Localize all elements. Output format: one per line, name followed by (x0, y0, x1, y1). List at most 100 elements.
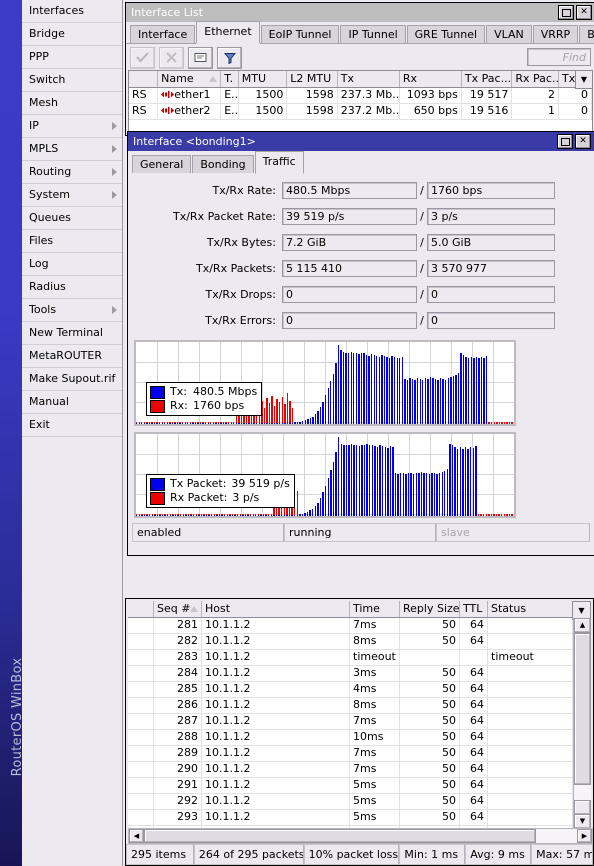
table-row[interactable]: 283 10.1.1.2 timeout timeout (128, 650, 576, 666)
sidebar-item-metarouter[interactable]: MetaROUTER (22, 345, 122, 368)
bonding-dialog-titlebar[interactable]: Interface <bonding1> ✕ (128, 132, 594, 151)
scroll-right-button[interactable]: ▶ (577, 829, 592, 843)
column-header-reply-size[interactable]: Reply Size (400, 601, 460, 617)
interface-list-titlebar[interactable]: Interface List ✕ (126, 3, 594, 22)
sidebar-item-interfaces[interactable]: Interfaces (22, 0, 122, 23)
filter-button[interactable] (217, 46, 242, 69)
table-row[interactable]: 287 10.1.1.2 7ms 50 64 (128, 714, 576, 730)
tab-bonding[interactable]: Bonding (579, 25, 594, 43)
graph-bar (415, 472, 417, 516)
column-header-time[interactable]: Time (350, 601, 400, 617)
sidebar-item-mpls[interactable]: MPLS (22, 138, 122, 161)
table-row[interactable]: RS ether2 E.. 1500 1598 237.2 Mb... 650 bps 19… (129, 104, 592, 120)
legend-entry: Rx Packet: 3 p/s (150, 491, 290, 505)
graph-bar (250, 423, 253, 424)
table-row[interactable]: 291 10.1.1.2 5ms 50 64 (128, 778, 576, 794)
graph-bar (151, 515, 153, 516)
tab-vlan[interactable]: VLAN (486, 25, 532, 43)
graph-bar (495, 514, 498, 516)
graph-bar (455, 374, 457, 424)
enable-button[interactable] (130, 46, 155, 69)
tab-eoip-tunnel[interactable]: EoIP Tunnel (260, 25, 340, 43)
scroll-up-button[interactable]: ▲ (574, 618, 591, 633)
table-row[interactable]: 284 10.1.1.2 3ms 50 64 (128, 666, 576, 682)
tab-vrrp[interactable]: VRRP (532, 25, 579, 43)
sidebar-item-ip[interactable]: IP (22, 115, 122, 138)
table-row[interactable]: 292 10.1.1.2 5ms 50 64 (128, 794, 576, 810)
maximize-icon[interactable] (558, 5, 574, 20)
disable-button[interactable] (159, 46, 184, 69)
sidebar-item-manual[interactable]: Manual (22, 391, 122, 414)
sidebar-item-exit[interactable]: Exit (22, 414, 122, 437)
graph-bar (348, 445, 350, 516)
table-row[interactable]: 282 10.1.1.2 8ms 50 64 (128, 634, 576, 650)
tab-general[interactable]: General (132, 155, 192, 173)
table-row[interactable]: 288 10.1.1.2 10ms 50 64 (128, 730, 576, 746)
cell-rxpac: 1 (512, 104, 559, 119)
column-header-host[interactable]: Host (202, 601, 350, 617)
cell-seq: 283 (154, 650, 202, 665)
sidebar-item-log[interactable]: Log (22, 253, 122, 276)
sidebar-item-radius[interactable]: Radius (22, 276, 122, 299)
column-header-seq[interactable]: Seq # (154, 601, 202, 617)
graph-bar (273, 423, 276, 424)
ping-vertical-scrollbar[interactable]: ▲ ▼ (573, 618, 591, 829)
table-row[interactable]: 290 10.1.1.2 7ms 50 64 (128, 762, 576, 778)
ping-horizontal-scrollbar[interactable]: ◀ ▶ (128, 828, 593, 844)
graph-bar (393, 356, 396, 424)
table-row[interactable]: 293 10.1.1.2 5ms 50 64 (128, 810, 576, 826)
tab-traffic[interactable]: Traffic (254, 151, 304, 174)
sidebar-item-queues[interactable]: Queues (22, 207, 122, 230)
table-row[interactable]: 285 10.1.1.2 4ms 50 64 (128, 682, 576, 698)
column-header-flags[interactable] (128, 601, 154, 617)
close-icon[interactable]: ✕ (575, 134, 591, 149)
sidebar-item-routing[interactable]: Routing (22, 161, 122, 184)
column-header-rx-pac[interactable]: Rx Pac... (512, 71, 559, 87)
column-header-mtu[interactable]: MTU (239, 71, 288, 87)
tab-ip-tunnel[interactable]: IP Tunnel (340, 25, 406, 43)
scroll-left-button[interactable]: ◀ (129, 829, 144, 843)
sidebar-item-ppp[interactable]: PPP (22, 46, 122, 69)
column-header-l2-mtu[interactable]: L2 MTU (287, 71, 338, 87)
column-header-tx[interactable]: Tx (338, 71, 400, 87)
hscroll-thumb[interactable] (144, 829, 536, 843)
legend-name: Rx Packet: (170, 491, 228, 504)
graph-bar (284, 403, 286, 424)
sidebar-item-bridge[interactable]: Bridge (22, 23, 122, 46)
cell-seq: 287 (154, 714, 202, 729)
table-row[interactable]: RS ether1 E.. 1500 1598 237.3 Mb... 1093 bps 1… (129, 88, 592, 104)
scroll-thumb[interactable] (574, 633, 591, 785)
column-header-tx-pac[interactable]: Tx Pac... (462, 71, 513, 87)
scroll-down-button[interactable]: ▼ (574, 814, 591, 829)
table-row[interactable]: 289 10.1.1.2 7ms 50 64 (128, 746, 576, 762)
tab-interface[interactable]: Interface (130, 25, 196, 43)
column-header-name[interactable]: Name (158, 71, 222, 87)
sidebar-item-switch[interactable]: Switch (22, 69, 122, 92)
column-header-t[interactable]: T. (221, 71, 239, 87)
tab-gre-tunnel[interactable]: GRE Tunnel (406, 25, 486, 43)
sidebar-item-mesh[interactable]: Mesh (22, 92, 122, 115)
sidebar-item-files[interactable]: Files (22, 230, 122, 253)
column-header-status[interactable]: Status (488, 601, 573, 617)
table-row[interactable]: 281 10.1.1.2 7ms 50 64 (128, 618, 576, 634)
find-input[interactable]: Find (527, 48, 591, 66)
sidebar-item-tools[interactable]: Tools (22, 299, 122, 322)
column-header-flags[interactable] (129, 71, 159, 87)
graph-bar (462, 448, 464, 516)
column-header-rx[interactable]: Rx (400, 71, 462, 87)
graph-bar (335, 452, 337, 516)
comment-button[interactable] (188, 46, 213, 69)
sidebar-item-new-terminal[interactable]: New Terminal (22, 322, 122, 345)
table-row[interactable]: 286 10.1.1.2 8ms 50 64 (128, 698, 576, 714)
sidebar-item-make-supout-rif[interactable]: Make Supout.rif (22, 368, 122, 391)
cell-seq: 293 (154, 810, 202, 825)
sidebar-item-system[interactable]: System (22, 184, 122, 207)
close-icon[interactable]: ✕ (576, 5, 592, 20)
tab-bonding[interactable]: Bonding (192, 155, 254, 173)
tab-ethernet[interactable]: Ethernet (196, 21, 260, 44)
maximize-icon[interactable] (557, 134, 573, 149)
graph-bar (229, 515, 231, 516)
graph-bar (268, 515, 270, 516)
column-header-ttl[interactable]: TTL (460, 601, 488, 617)
column-menu-icon[interactable]: ▼ (575, 70, 593, 89)
